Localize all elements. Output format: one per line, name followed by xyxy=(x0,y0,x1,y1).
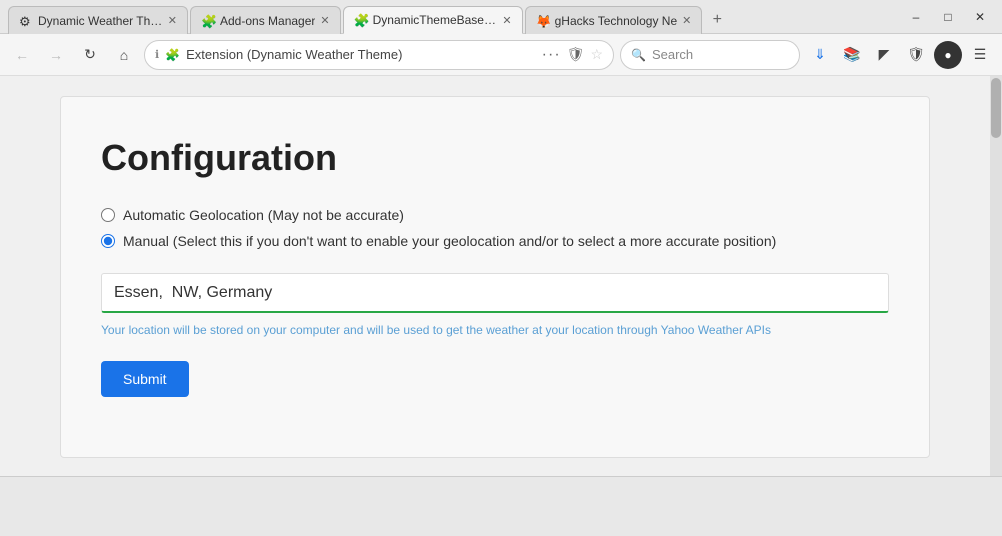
tab-label-2: Add-ons Manager xyxy=(220,14,315,28)
address-bar[interactable]: ℹ 🧩 Extension (Dynamic Weather Theme) ··… xyxy=(144,40,614,70)
maximize-button[interactable]: □ xyxy=(934,5,962,29)
address-actions: ··· 🛡 ☆ xyxy=(542,46,603,64)
tabs-area: ⚙ Dynamic Weather Them ✕ 🧩 Add-ons Manag… xyxy=(8,0,902,33)
shield-icon[interactable]: 🛡 xyxy=(902,41,930,69)
auto-geolocation-radio[interactable] xyxy=(101,208,115,222)
config-card: Configuration Automatic Geolocation (May… xyxy=(60,96,930,458)
scrollbar[interactable] xyxy=(990,76,1002,476)
tab-label-3: DynamicThemeBasedOnWe xyxy=(373,13,498,27)
search-box[interactable]: 🔍 Search xyxy=(620,40,800,70)
manual-geolocation-option[interactable]: Manual (Select this if you don't want to… xyxy=(101,233,889,249)
toolbar-icons: ⇓ 📚 ◤ 🛡 ● ☰ xyxy=(806,41,994,69)
location-input[interactable] xyxy=(101,273,889,313)
tab-label-4: gHacks Technology Ne xyxy=(555,14,678,28)
geolocation-options: Automatic Geolocation (May not be accura… xyxy=(101,207,889,249)
page-main: Configuration Automatic Geolocation (May… xyxy=(0,76,990,476)
back-button[interactable]: ← xyxy=(8,41,36,69)
auto-geolocation-option[interactable]: Automatic Geolocation (May not be accura… xyxy=(101,207,889,223)
title-bar: ⚙ Dynamic Weather Them ✕ 🧩 Add-ons Manag… xyxy=(0,0,1002,34)
bookmark-icon[interactable]: ☆ xyxy=(590,46,603,63)
downloads-icon[interactable]: ⇓ xyxy=(806,41,834,69)
tab-icon-1: ⚙ xyxy=(19,14,33,28)
config-title: Configuration xyxy=(101,137,889,179)
scrollbar-thumb[interactable] xyxy=(991,78,1001,138)
menu-icon[interactable]: ☰ xyxy=(966,41,994,69)
tab-close-2[interactable]: ✕ xyxy=(320,14,329,27)
minimize-button[interactable]: – xyxy=(902,5,930,29)
manual-geolocation-radio[interactable] xyxy=(101,234,115,248)
page-content: Configuration Automatic Geolocation (May… xyxy=(0,76,1002,476)
sync-icon[interactable]: ◤ xyxy=(870,41,898,69)
nav-bar: ← → ↻ ⌂ ℹ 🧩 Extension (Dynamic Weather T… xyxy=(0,34,1002,76)
close-button[interactable]: ✕ xyxy=(966,5,994,29)
search-placeholder: Search xyxy=(652,47,693,62)
library-icon[interactable]: 📚 xyxy=(838,41,866,69)
search-icon: 🔍 xyxy=(631,48,646,62)
forward-button[interactable]: → xyxy=(42,41,70,69)
manual-geolocation-label: Manual (Select this if you don't want to… xyxy=(123,233,776,249)
more-icon[interactable]: ··· xyxy=(542,46,561,64)
location-hint: Your location will be stored on your com… xyxy=(101,323,889,337)
tab-close-4[interactable]: ✕ xyxy=(682,14,691,27)
tab-icon-4: 🦊 xyxy=(536,14,550,28)
extension-icon: 🧩 xyxy=(165,48,180,62)
bottom-strip xyxy=(0,476,1002,536)
reload-button[interactable]: ↻ xyxy=(76,41,104,69)
tab-dynamic-theme[interactable]: 🧩 DynamicThemeBasedOnWe ✕ xyxy=(343,6,523,34)
window-controls: – □ ✕ xyxy=(902,5,994,29)
secure-icon: ℹ xyxy=(155,48,159,61)
home-button[interactable]: ⌂ xyxy=(110,41,138,69)
tab-icon-2: 🧩 xyxy=(201,14,215,28)
tab-addons[interactable]: 🧩 Add-ons Manager ✕ xyxy=(190,6,341,34)
submit-button[interactable]: Submit xyxy=(101,361,189,397)
tab-label-1: Dynamic Weather Them xyxy=(38,14,163,28)
tab-close-1[interactable]: ✕ xyxy=(168,14,177,27)
pocket-icon[interactable]: 🛡 xyxy=(567,46,585,63)
avatar-icon[interactable]: ● xyxy=(934,41,962,69)
tab-dynamic-weather[interactable]: ⚙ Dynamic Weather Them ✕ xyxy=(8,6,188,34)
new-tab-button[interactable]: + xyxy=(704,7,730,33)
auto-geolocation-label: Automatic Geolocation (May not be accura… xyxy=(123,207,404,223)
tab-icon-3: 🧩 xyxy=(354,13,368,27)
address-text: Extension (Dynamic Weather Theme) xyxy=(186,47,536,62)
tab-ghacks[interactable]: 🦊 gHacks Technology Ne ✕ xyxy=(525,6,703,34)
browser-frame: ⚙ Dynamic Weather Them ✕ 🧩 Add-ons Manag… xyxy=(0,0,1002,536)
tab-close-3[interactable]: ✕ xyxy=(502,14,511,27)
